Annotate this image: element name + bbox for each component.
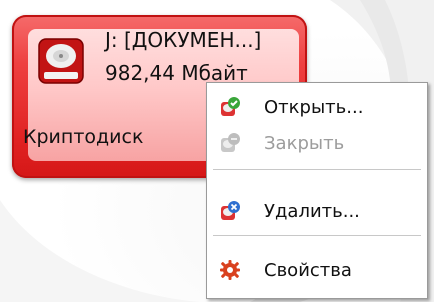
menu-item-properties[interactable]: Свойства [207,252,427,288]
menu-item-label: Открыть... [264,96,364,118]
close-disk-icon [221,133,240,152]
disk-title: J: [ДОКУМЕН...] [105,28,262,52]
disk-label: Криптодиск [23,126,144,148]
menu-separator [213,235,421,236]
menu-separator [213,169,421,170]
open-disk-icon [221,97,240,116]
menu-item-delete[interactable]: Удалить... [207,193,427,229]
properties-gear-icon [220,260,240,280]
delete-disk-icon [221,201,240,220]
menu-item-close[interactable]: Закрыть [207,125,427,161]
menu-item-label: Закрыть [264,132,345,154]
menu-item-open[interactable]: Открыть... [207,89,427,125]
hard-disk-icon [38,38,84,84]
context-menu: Открыть... Закрыть Удалить... Свойства [206,82,428,299]
menu-item-label: Свойства [264,259,352,281]
menu-item-label: Удалить... [264,200,360,222]
